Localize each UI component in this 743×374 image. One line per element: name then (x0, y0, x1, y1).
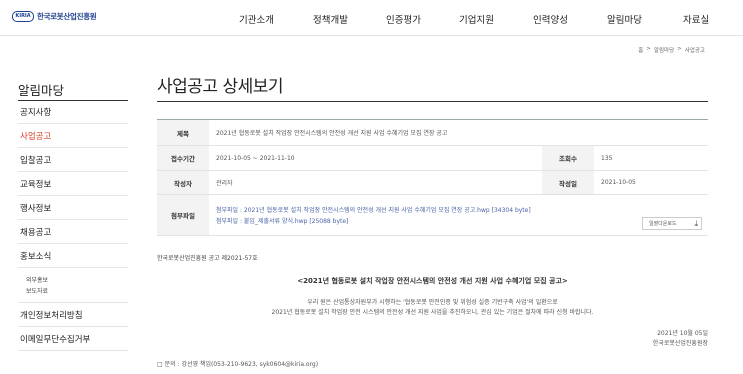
sidebar-item-notice[interactable]: 공지사항 (18, 100, 128, 124)
sidebar-submenu-pr: 외부홍보 보도자료 (18, 268, 128, 303)
notice-body-line: 2021년 협동로봇 설치 작업장 안전 시스템의 안전성 개선 지원 사업을 … (271, 309, 594, 316)
period-label: 접수기간 (157, 146, 209, 170)
notice-organization: 한국로봇산업진흥원장 (652, 340, 708, 347)
logo-mark: KIRIA (12, 11, 34, 22)
logo-text: 한국로봇산업진흥원 (37, 12, 97, 21)
detail-table: 제목 2021년 협동로봇 설치 작업장 안전시스템의 안전성 개선 지원 사업… (157, 119, 708, 236)
title-label: 제목 (157, 120, 209, 145)
date-label: 작성일 (542, 171, 594, 194)
download-all-label: 일괄다운로드 (649, 221, 677, 227)
title-value: 2021년 협동로봇 설치 작업장 안전시스템의 안전성 개선 지원 사업 수혜… (216, 130, 448, 137)
views-value: 135 (601, 154, 613, 162)
breadcrumb-current: 사업공고 (684, 48, 705, 54)
views-label: 조회수 (542, 146, 594, 170)
breadcrumb-separator: > (646, 46, 651, 52)
site-logo[interactable]: KIRIA 한국로봇산업진흥원 (12, 11, 97, 22)
sidebar-subitem-press[interactable]: 보도자료 (26, 286, 128, 297)
sidebar-item-events[interactable]: 행사정보 (18, 196, 128, 220)
sidebar-item-business-announcement[interactable]: 사업공고 (18, 124, 128, 148)
contact-info: □ 문의 : 강선영 책임(053-210-9623, syk0604@kiri… (157, 361, 319, 368)
nav-item-policy[interactable]: 정책개발 (313, 12, 348, 26)
detail-row-files: 첨부파일 첨부파일 : 2021년 협동로봇 설치 작업장 안전시스템의 안전성… (157, 195, 708, 236)
sidebar-item-privacy-policy[interactable]: 개인정보처리방침 (18, 303, 128, 327)
files-label: 첨부파일 (157, 195, 209, 235)
sidebar-title: 알림마당 (18, 83, 65, 98)
nav-item-notices[interactable]: 알림마당 (607, 12, 642, 26)
nav-item-business-support[interactable]: 기업지원 (459, 12, 494, 26)
notice-date: 2021년 10월 05일 (657, 330, 708, 337)
sidebar-menu: 공지사항 사업공고 입찰공고 교육정보 행사정보 채용공고 홍보소식 외부홍보 … (18, 100, 128, 351)
notice-body: 우리 원은 산업통상자원부가 시행하는 '협동로봇 안전인증 및 위험성 실증 … (157, 298, 708, 318)
breadcrumb-separator: > (677, 46, 682, 52)
page-title-divider (157, 101, 708, 102)
nav-item-about[interactable]: 기관소개 (239, 12, 274, 26)
attachment-link[interactable]: 첨부파일 : 2021년 협동로봇 설치 작업장 안전시스템의 안전성 개선 지… (216, 205, 531, 214)
download-all-button[interactable]: 일괄다운로드 ⤓ (642, 217, 702, 230)
date-value: 2021-10-05 (601, 179, 636, 186)
sidebar-item-email-refusal[interactable]: 이메일무단수집거부 (18, 327, 128, 351)
download-icon: ⤓ (694, 218, 698, 228)
sidebar-item-pr[interactable]: 홍보소식 (18, 244, 128, 268)
sidebar-item-education[interactable]: 교육정보 (18, 172, 128, 196)
attachment-link[interactable]: 첨부파일 : 붙임_제출서류 양식.hwp [25088 byte] (216, 216, 348, 225)
notice-heading: <2021년 협동로봇 설치 작업장 안전시스템의 안전성 개선 지원 사업 수… (297, 277, 568, 285)
detail-row-title: 제목 2021년 협동로봇 설치 작업장 안전시스템의 안전성 개선 지원 사업… (157, 120, 708, 146)
breadcrumb-notices[interactable]: 알림마당 (654, 46, 674, 54)
detail-row-period: 접수기간 2021-10-05 ~ 2021-11-10 조회수 135 (157, 146, 708, 171)
nav-item-certification[interactable]: 인증평가 (386, 12, 421, 26)
sidebar-subitem-external-pr[interactable]: 외부홍보 (26, 275, 128, 286)
notice-signature: 2021년 10월 05일 한국로봇산업진흥원장 (653, 329, 708, 349)
site-header: KIRIA 한국로봇산업진흥원 기관소개 정책개발 인증평가 기업지원 인력양성… (0, 0, 743, 36)
notice-body-line: 우리 원은 산업통상자원부가 시행하는 '협동로봇 안전인증 및 위험성 실증 … (307, 299, 558, 306)
page-title: 사업공고 상세보기 (157, 77, 284, 97)
author-value: 관리자 (216, 180, 233, 187)
nav-item-training[interactable]: 인력양성 (533, 12, 568, 26)
sidebar-item-bid[interactable]: 입찰공고 (18, 148, 128, 172)
detail-row-author: 작성자 관리자 작성일 2021-10-05 (157, 171, 708, 195)
author-label: 작성자 (157, 171, 209, 194)
files-list: 첨부파일 : 2021년 협동로봇 설치 작업장 안전시스템의 안전성 개선 지… (209, 195, 708, 235)
document-number: 한국로봇산업진흥원 공고 제2021-57호 (157, 255, 258, 262)
period-value: 2021-10-05 ~ 2021-11-10 (216, 154, 295, 162)
sidebar-item-recruitment[interactable]: 채용공고 (18, 220, 128, 244)
breadcrumb-home[interactable]: 홈 (638, 46, 643, 54)
nav-item-resources[interactable]: 자료실 (683, 12, 709, 26)
breadcrumb: 홈 > 알림마당 > 사업공고 (638, 46, 705, 54)
